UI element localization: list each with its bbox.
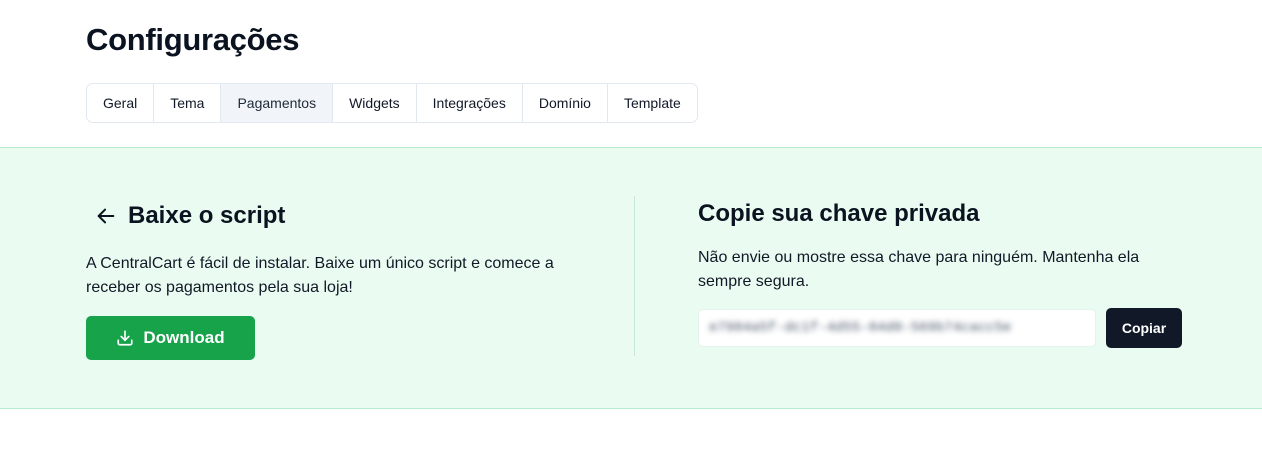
script-section-title: Baixe o script [128,202,286,229]
page-header: Configurações [86,22,299,58]
download-button[interactable]: Download [86,316,255,360]
section-divider [634,196,635,356]
tab-template[interactable]: Template [608,84,697,122]
tab-dominio[interactable]: Domínio [523,84,608,122]
tab-pagamentos[interactable]: Pagamentos [221,84,334,122]
tab-geral[interactable]: Geral [87,84,155,122]
private-key-value: e7984a5f-dc1f-4d55-84d0-569b74cacc5e [709,320,1012,336]
download-button-label: Download [143,328,225,347]
tab-widgets[interactable]: Widgets [333,84,417,122]
script-section: Baixe o script A CentralCart é fácil de … [86,202,586,360]
settings-tabs: Geral Tema Pagamentos Widgets Integraçõe… [86,83,698,123]
private-key-section: Copie sua chave privada Não envie ou mos… [698,200,1182,348]
download-icon [116,329,134,347]
payments-panel: Baixe o script A CentralCart é fácil de … [0,147,1262,409]
private-key-row: e7984a5f-dc1f-4d55-84d0-569b74cacc5e Cop… [698,308,1182,348]
arrow-left-icon[interactable] [94,204,118,228]
tab-tema[interactable]: Tema [154,84,222,122]
private-key-field[interactable]: e7984a5f-dc1f-4d55-84d0-569b74cacc5e [698,309,1096,347]
page-title: Configurações [86,22,300,57]
script-section-header: Baixe o script [86,202,586,230]
copy-button[interactable]: Copiar [1106,308,1182,348]
tab-integracoes[interactable]: Integrações [417,84,523,122]
private-key-title: Copie sua chave privada [698,200,980,227]
private-key-description: Não envie ou mostre essa chave para ning… [698,249,1140,290]
script-section-description: A CentralCart é fácil de instalar. Baixe… [86,255,554,296]
